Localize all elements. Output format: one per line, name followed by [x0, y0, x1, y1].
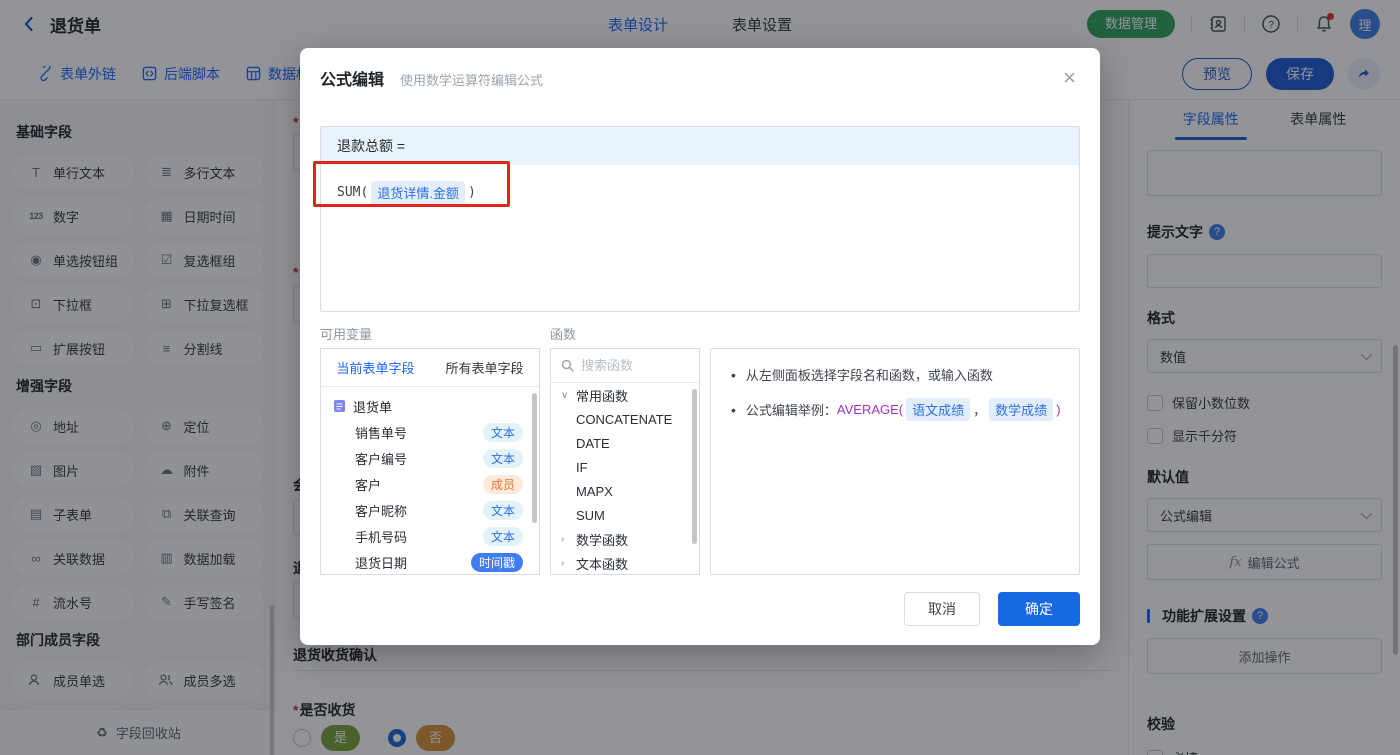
formula-target: 退款总额 = [321, 127, 1079, 165]
type-badge: 文本 [482, 422, 523, 442]
cancel-button[interactable]: 取消 [904, 592, 980, 626]
formula-edit-modal: 公式编辑 使用数学运算符编辑公式 × 退款总额 = SUM( 退货详情.金额 )… [300, 48, 1100, 645]
example-paren-close: ) [1056, 402, 1061, 417]
formula-editor[interactable]: 退款总额 = SUM( 退货详情.金额 ) [320, 126, 1080, 312]
variable-row[interactable]: 客户昵称 文本 [333, 497, 529, 523]
document-icon [333, 399, 346, 413]
chevron-down-icon: ∨ [561, 389, 569, 401]
confirm-button[interactable]: 确定 [998, 592, 1080, 626]
close-icon[interactable]: × [1063, 67, 1076, 89]
functions-panel: ∨常用函数 CONCATENATE DATE IF MAPX SUM ›数学函数… [550, 348, 700, 575]
variables-label: 可用变量 [320, 327, 373, 342]
chevron-right-icon: › [561, 557, 565, 569]
functions-label: 函数 [550, 327, 577, 342]
tree-root-form[interactable]: 退货单 [333, 393, 529, 419]
chevron-right-icon: › [561, 533, 565, 545]
type-badge: 文本 [482, 526, 523, 546]
type-badge: 成员 [482, 474, 523, 494]
example-chip-1: 语文成绩 [906, 398, 971, 421]
variables-panel: 当前表单字段 所有表单字段 退货单 销售单号 文本 客户编号 文本 客户 成员 客户昵… [320, 348, 540, 575]
variable-row[interactable]: 销售单号 文本 [333, 419, 529, 445]
formula-function-open: SUM( [337, 185, 369, 200]
type-badge: 文本 [482, 500, 523, 520]
help-panel: 从左侧面板选择字段名和函数，或输入函数 公式编辑举例： AVERAGE( 语文成… [710, 348, 1080, 575]
help-line-2: 公式编辑举例： AVERAGE( 语文成绩 ， 数学成绩 ) [731, 398, 1069, 421]
modal-title: 公式编辑 [320, 72, 385, 89]
variable-row[interactable]: 手机号码 文本 [333, 523, 529, 549]
help-line-1: 从左侧面板选择字段名和函数，或输入函数 [731, 365, 1069, 384]
variable-row[interactable]: 退货日期 时间戳 [333, 549, 529, 574]
modal-subtitle: 使用数学运算符编辑公式 [400, 73, 544, 88]
tab-current-form-fields[interactable]: 当前表单字段 [321, 349, 430, 386]
variable-row[interactable]: 客户编号 文本 [333, 445, 529, 471]
function-group-common[interactable]: ∨ 常用函数 [551, 383, 699, 407]
function-item[interactable]: IF [551, 455, 699, 479]
function-item[interactable]: MAPX [551, 479, 699, 503]
function-item[interactable]: DATE [551, 431, 699, 455]
function-search-input[interactable] [581, 358, 681, 373]
type-badge: 时间戳 [470, 552, 523, 572]
function-item[interactable]: SUM [551, 503, 699, 527]
formula-field-chip[interactable]: 退货详情.金额 [371, 181, 465, 204]
function-search[interactable] [551, 349, 699, 383]
functions-scrollbar[interactable] [692, 389, 697, 544]
variable-row[interactable]: 客户 成员 [333, 471, 529, 497]
search-icon [561, 359, 574, 372]
example-function-open: AVERAGE( [836, 402, 904, 417]
type-badge: 文本 [482, 448, 523, 468]
function-group-math[interactable]: › 数学函数 [551, 527, 699, 551]
app-window: 退货单 表单设计 表单设置 数据管理 ? 理 表单外链 后端脚本 数据权 预览 … [0, 0, 1400, 755]
formula-paren-close: ) [467, 185, 476, 200]
function-item[interactable]: CONCATENATE [551, 407, 699, 431]
variables-scrollbar[interactable] [532, 393, 537, 523]
example-chip-2: 数学成绩 [989, 398, 1054, 421]
function-group-text[interactable]: › 文本函数 [551, 551, 699, 574]
tab-all-form-fields[interactable]: 所有表单字段 [430, 349, 539, 386]
